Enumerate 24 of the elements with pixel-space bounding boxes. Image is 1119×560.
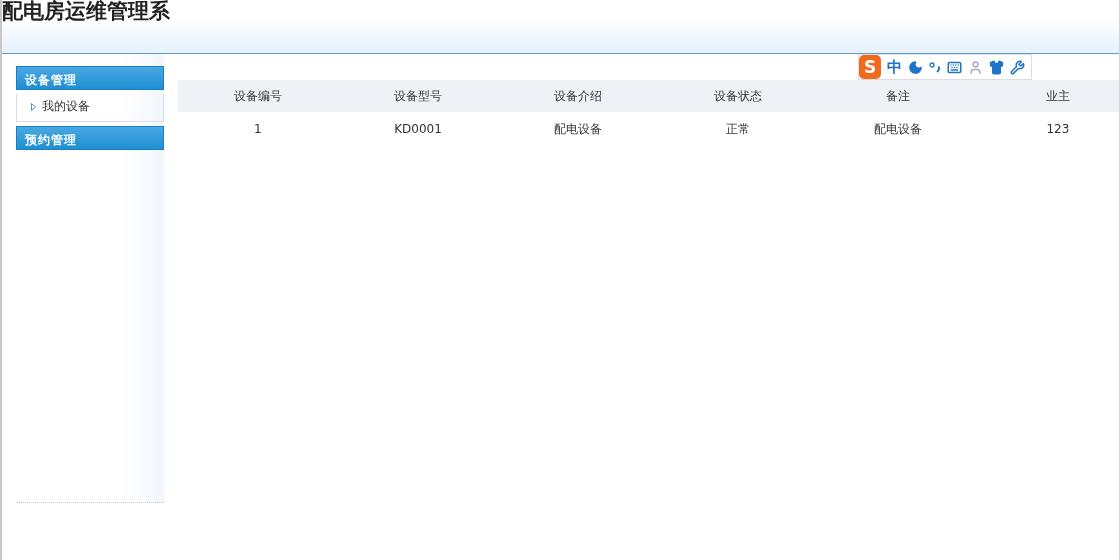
punctuation-icon[interactable] bbox=[929, 61, 941, 73]
menu-group-header[interactable]: 预约管理 bbox=[16, 126, 164, 150]
app-title: 配电房运维管理系 bbox=[2, 0, 171, 24]
input-mode-toggle[interactable]: 中 bbox=[887, 57, 902, 77]
table-cell: KD0001 bbox=[337, 112, 499, 146]
column-header: 设备状态 bbox=[658, 80, 818, 112]
keyboard-icon[interactable] bbox=[947, 59, 962, 75]
submenu-item[interactable]: 我的设备 bbox=[42, 98, 90, 115]
wrench-icon[interactable] bbox=[1010, 59, 1025, 75]
table-cell: 配电设备 bbox=[498, 112, 659, 146]
table-cell: 配电设备 bbox=[818, 112, 978, 146]
column-header: 备注 bbox=[818, 80, 978, 112]
moon-icon[interactable] bbox=[908, 59, 923, 75]
table-cell: 1 bbox=[178, 112, 338, 146]
ime-logo[interactable]: S bbox=[859, 55, 881, 79]
table-cell: 123 bbox=[977, 112, 1119, 146]
shirt-icon[interactable] bbox=[989, 59, 1004, 75]
table-cell: 正常 bbox=[658, 112, 818, 146]
column-header: 设备介绍 bbox=[498, 80, 659, 112]
caret-icon bbox=[31, 102, 36, 111]
column-header: 业主 bbox=[977, 80, 1119, 112]
column-header: 设备型号 bbox=[337, 80, 499, 112]
menu-group-header[interactable]: 设备管理 bbox=[16, 66, 164, 90]
column-header: 设备编号 bbox=[178, 80, 338, 112]
